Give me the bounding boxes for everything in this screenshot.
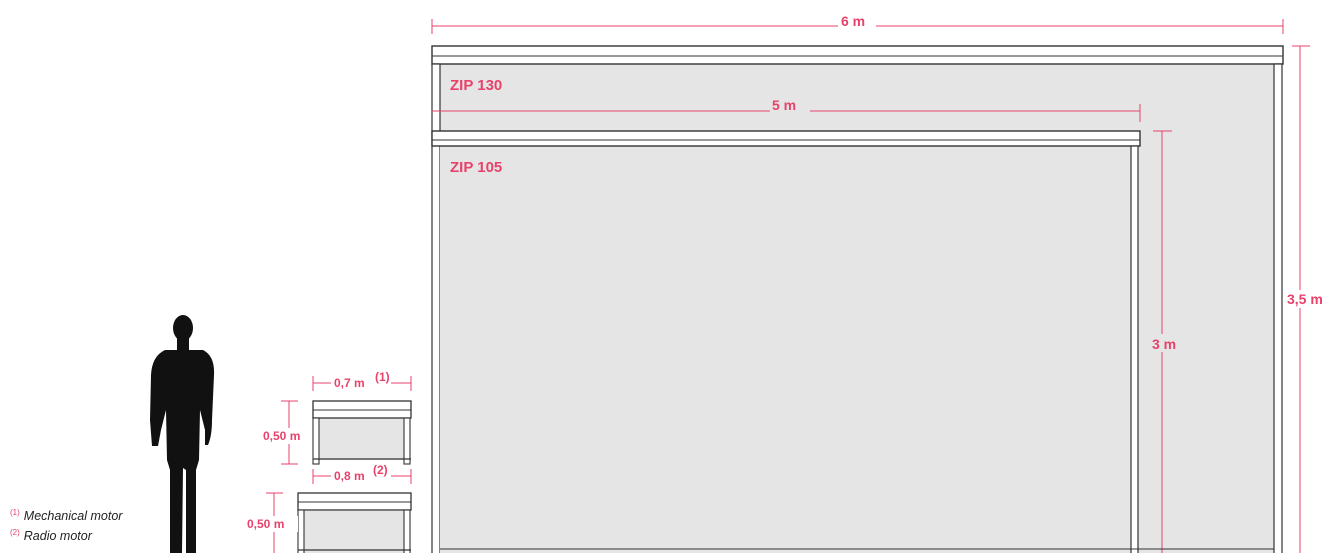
zip105-screen: ZIP 105 — [431, 130, 1141, 553]
small-top-height-dimension: 0,50 m — [262, 400, 312, 465]
small-screen-bottom — [297, 492, 412, 553]
small-top-height-label: 0,50 m — [263, 429, 300, 443]
small-top-width-note: (1) — [375, 370, 390, 384]
person-silhouette-icon — [150, 315, 215, 553]
zip130-height-label: 3,5 m — [1287, 291, 1323, 307]
zip130-height-dimension: 3,5 m — [1285, 45, 1331, 553]
zip105-right-rail — [1130, 145, 1139, 553]
zip130-width-label: 6 m — [841, 13, 865, 29]
small-screen-top — [312, 400, 412, 465]
small-top-fabric — [318, 418, 404, 460]
small-bottom-width-note: (2) — [373, 463, 388, 477]
small-bottom-fabric — [303, 511, 404, 553]
zip105-label: ZIP 105 — [450, 159, 502, 176]
small-bottom-width-label: 0,8 m — [334, 469, 365, 483]
legend-mark-2: (2) — [10, 528, 20, 537]
zip105-width-label: 5 m — [772, 97, 796, 113]
legend-text-mechanical: Mechanical motor — [23, 509, 123, 524]
legend-item-radio: (2) Radio motor — [10, 528, 92, 543]
zip105-height-label: 3 m — [1152, 336, 1176, 352]
zip130-width-dimension: 6 m — [431, 13, 1284, 34]
zip130-cassette — [431, 45, 1284, 65]
small-bottom-height-label: 0,50 m — [247, 517, 284, 531]
small-bottom-height-dimension: 0,50 m — [246, 492, 298, 553]
size-comparison-diagram: ZIP 130 6 m 3,5 m ZIP 105 5 m 3 m 0,7 m … — [150, 13, 1331, 553]
zip105-cassette — [431, 130, 1141, 147]
legend-mark-1: (1) — [10, 508, 20, 517]
zip130-label: ZIP 130 — [450, 77, 502, 94]
small-bottom-width-dimension: 0,8 m (2) — [312, 463, 412, 484]
legend-item-mechanical: (1) Mechanical motor — [10, 508, 122, 523]
small-top-width-dimension: 0,7 m (1) — [312, 370, 412, 391]
small-top-width-label: 0,7 m — [334, 376, 365, 390]
zip105-fabric — [440, 146, 1132, 553]
legend-text-radio: Radio motor — [23, 529, 92, 544]
zip130-right-rail — [1273, 63, 1283, 553]
